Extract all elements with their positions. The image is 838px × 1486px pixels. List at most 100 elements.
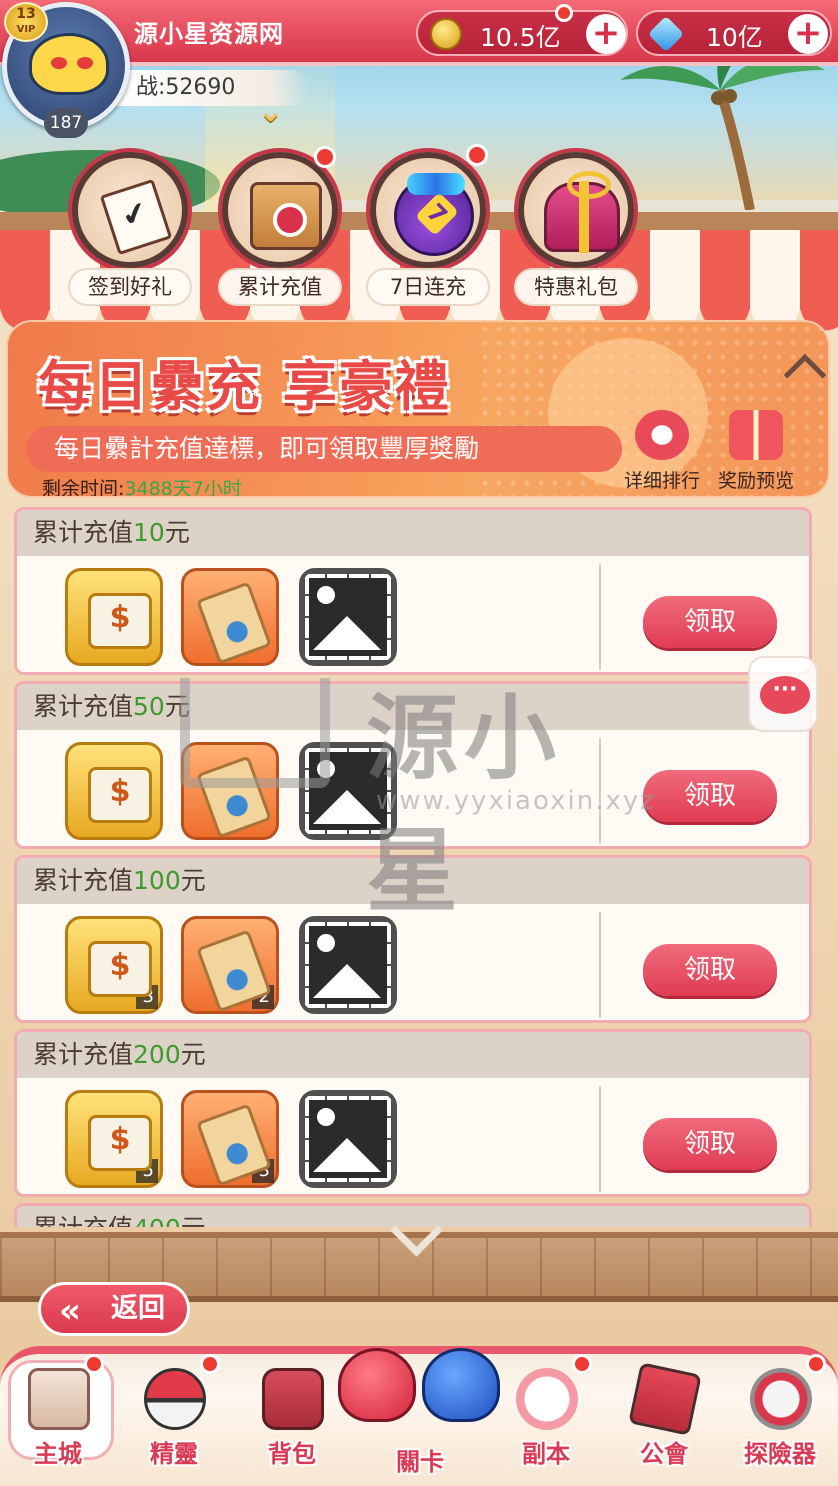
tier-amount: 400 <box>133 1214 181 1227</box>
tier-unit: 元 <box>164 518 190 547</box>
back-arrow-icon: « <box>59 1291 81 1331</box>
item-count: 2 <box>252 985 274 1009</box>
tier-amount: 100 <box>133 866 181 895</box>
ranking-button[interactable]: 详细排行 <box>614 410 710 492</box>
tab-sign-in-gift[interactable]: 签到好礼 <box>68 150 192 310</box>
heart-gift-box-icon <box>544 171 620 253</box>
castle-icon <box>28 1368 90 1430</box>
event-banner: 每日纍充 享豪禮 每日纍計充值達標，即可領取豐厚獎勵 剩余时间:3488天7小时… <box>6 320 830 498</box>
red-boxing-glove-icon <box>338 1348 416 1422</box>
tier-header: 累计充值100元 <box>17 858 809 904</box>
activity-tabs: 签到好礼 累计充值 7日连充 特惠礼包 <box>0 144 838 310</box>
orange-tag-item[interactable]: 2 <box>181 916 279 1014</box>
nav-label: 副本 <box>522 1440 570 1468</box>
nav-guild[interactable]: 公會 <box>614 1360 714 1484</box>
claim-button[interactable]: 领取 <box>643 944 777 996</box>
nav-dungeon[interactable]: 副本 <box>496 1354 596 1484</box>
tier-unit: 元 <box>181 1214 206 1227</box>
vip-badge: 13 VIP <box>4 2 48 42</box>
treasure-chest-icon <box>250 182 322 250</box>
item-count: 3 <box>252 1159 274 1183</box>
tab-label: 特惠礼包 <box>514 268 638 306</box>
dungeon-creature-icon <box>516 1368 578 1430</box>
remaining-time: 剩余时间:3488天7小时 <box>42 474 242 498</box>
orange-tag-item[interactable] <box>181 742 279 840</box>
guild-flag-icon <box>628 1362 702 1436</box>
gold-ticket-item[interactable] <box>65 568 163 666</box>
divider <box>599 564 601 670</box>
orange-tag-item[interactable] <box>181 568 279 666</box>
tab-icon-frame <box>72 152 188 268</box>
divider <box>599 912 601 1018</box>
image-placeholder-icon <box>309 578 387 656</box>
placeholder-image-item[interactable] <box>299 742 397 840</box>
pokeball-icon <box>144 1368 206 1430</box>
blue-boxing-glove-icon <box>422 1348 500 1422</box>
nav-stages[interactable]: 關卡 <box>330 1328 510 1476</box>
orange-tag-item[interactable]: 3 <box>181 1090 279 1188</box>
tier-header: 累计充值50元 <box>17 684 809 730</box>
diamond-currency: 10亿 + <box>636 10 832 56</box>
placeholder-image-item[interactable] <box>299 568 397 666</box>
gold-amount: 10.5亿 <box>480 23 561 52</box>
back-button[interactable]: « 返回 <box>38 1282 190 1336</box>
nav-main-city[interactable]: 主城 <box>8 1354 114 1484</box>
nav-label: 精靈 <box>150 1440 198 1468</box>
reward-tier: 累计充值10元 领取 <box>14 507 812 675</box>
gold-ticket-item[interactable] <box>65 742 163 840</box>
vip-level: 13 <box>16 6 36 22</box>
avatar-creature <box>29 33 109 95</box>
nav-label: 背包 <box>268 1440 316 1468</box>
reward-tier: 累计充值50元 领取 <box>14 681 812 849</box>
placeholder-image-item[interactable] <box>299 1090 397 1188</box>
reward-list[interactable]: 累计充值10元 领取 累计充值50元 领取 累计充值100元 3 2 领取 累计… <box>14 507 812 1227</box>
image-placeholder-icon <box>309 1100 387 1178</box>
tier-label: 累计充值 <box>33 692 134 721</box>
gold-ticket-item[interactable]: 3 <box>65 916 163 1014</box>
tab-label: 累计充值 <box>218 268 342 306</box>
reward-preview-button[interactable]: 奖励预览 <box>708 410 804 492</box>
ranking-star-icon <box>635 410 689 460</box>
reward-tier: 累计充值200元 5 3 领取 <box>14 1029 812 1197</box>
tab-special-gift-pack[interactable]: 特惠礼包 <box>514 150 638 310</box>
nav-label: 關卡 <box>396 1448 444 1476</box>
tab-label: 签到好礼 <box>68 268 192 306</box>
tier-unit: 元 <box>180 866 206 895</box>
tier-header: 累计充值200元 <box>17 1032 809 1078</box>
claim-button[interactable]: 领取 <box>643 770 777 822</box>
gem-bag-icon <box>394 173 474 256</box>
diamond-icon <box>647 15 685 53</box>
banner-title: 每日纍充 享豪禮 <box>38 355 451 418</box>
vip-label: VIP <box>16 24 36 35</box>
avatar-eye-right <box>77 57 93 69</box>
tab-7-day-recharge[interactable]: 7日连充 <box>366 144 490 310</box>
nav-spirits[interactable]: 精靈 <box>124 1354 224 1484</box>
add-gold-button[interactable]: + <box>586 14 626 54</box>
placeholder-image-item[interactable] <box>299 916 397 1014</box>
diamond-amount: 10亿 <box>706 23 763 52</box>
divider <box>599 738 601 844</box>
nav-backpack[interactable]: 背包 <box>242 1360 342 1484</box>
tab-icon-frame <box>370 152 486 268</box>
tier-label: 累计充值 <box>33 866 134 895</box>
tier-header: 累计充值10元 <box>17 510 809 556</box>
gold-coin-icon <box>430 18 462 50</box>
notification-dot <box>572 1354 592 1374</box>
gift-icon <box>729 410 783 460</box>
claim-button[interactable]: 领取 <box>643 596 777 648</box>
tab-label: 7日连充 <box>366 268 490 306</box>
claim-button[interactable]: 领取 <box>643 1118 777 1170</box>
timer-value: 3488天7小时 <box>124 478 242 498</box>
add-diamond-button[interactable]: + <box>788 14 828 54</box>
banner-subtitle: 每日纍計充值達標，即可領取豐厚獎勵 <box>26 426 622 472</box>
notification-dot <box>84 1354 104 1374</box>
player-level: 187 <box>44 108 88 138</box>
nav-explorer[interactable]: 探險器 <box>730 1354 830 1484</box>
gold-ticket-item[interactable]: 5 <box>65 1090 163 1188</box>
reward-tier: 累计充值100元 3 2 领取 <box>14 855 812 1023</box>
chat-button[interactable]: ··· <box>748 656 818 732</box>
tab-cumulative-recharge[interactable]: 累计充值 <box>218 146 342 310</box>
notification-dot <box>466 144 488 166</box>
notification-dot <box>314 146 336 168</box>
tier-label: 累计充值 <box>33 518 134 547</box>
